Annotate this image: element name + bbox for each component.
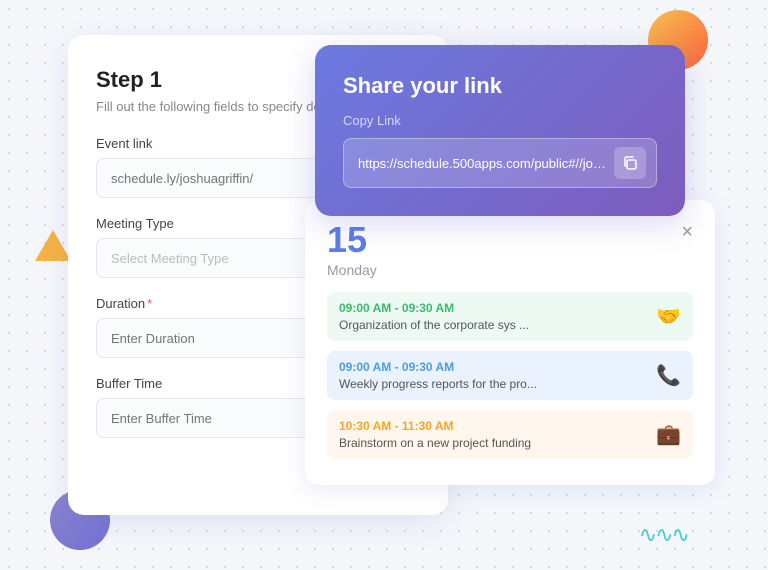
event-time: 09:00 AM - 09:30 AM	[339, 360, 537, 374]
event-item: 09:00 AM - 09:30 AM Weekly progress repo…	[327, 351, 693, 400]
copy-icon	[622, 155, 638, 171]
event-time: 09:00 AM - 09:30 AM	[339, 301, 529, 315]
handshake-icon: 🤝	[656, 304, 681, 329]
event-title: Organization of the corporate sys ...	[339, 318, 529, 332]
share-popup-title: Share your link	[343, 73, 657, 99]
phone-icon: 📞	[656, 363, 681, 388]
event-title: Brainstorm on a new project funding	[339, 436, 531, 450]
event-item: 09:00 AM - 09:30 AM Organization of the …	[327, 292, 693, 341]
duration-required-star: *	[147, 296, 152, 311]
orange-triangle-decoration	[35, 230, 71, 261]
event-title: Weekly progress reports for the pro...	[339, 377, 537, 391]
calendar-day-name: Monday	[327, 262, 377, 278]
event-details: 09:00 AM - 09:30 AM Organization of the …	[339, 301, 529, 332]
calendar-panel: 15 Monday × 09:00 AM - 09:30 AM Organiza…	[305, 200, 715, 485]
calendar-header: 15 Monday ×	[327, 222, 693, 278]
event-time: 10:30 AM - 11:30 AM	[339, 419, 531, 433]
copy-link-label: Copy Link	[343, 113, 657, 128]
teal-wave-decoration: ∿∿∿	[639, 522, 688, 548]
copy-link-url: https://schedule.500apps.com/public#//jo…	[358, 156, 606, 171]
calendar-close-button[interactable]: ×	[681, 222, 693, 242]
calendar-day-number: 15	[327, 222, 377, 258]
event-details: 10:30 AM - 11:30 AM Brainstorm on a new …	[339, 419, 531, 450]
copy-link-row: https://schedule.500apps.com/public#//jo…	[343, 138, 657, 188]
event-details: 09:00 AM - 09:30 AM Weekly progress repo…	[339, 360, 537, 391]
briefcase-icon: 💼	[656, 422, 681, 447]
event-item: 10:30 AM - 11:30 AM Brainstorm on a new …	[327, 410, 693, 459]
share-popup: Share your link Copy Link https://schedu…	[315, 45, 685, 216]
calendar-day-info: 15 Monday	[327, 222, 377, 278]
copy-link-button[interactable]	[614, 147, 646, 179]
